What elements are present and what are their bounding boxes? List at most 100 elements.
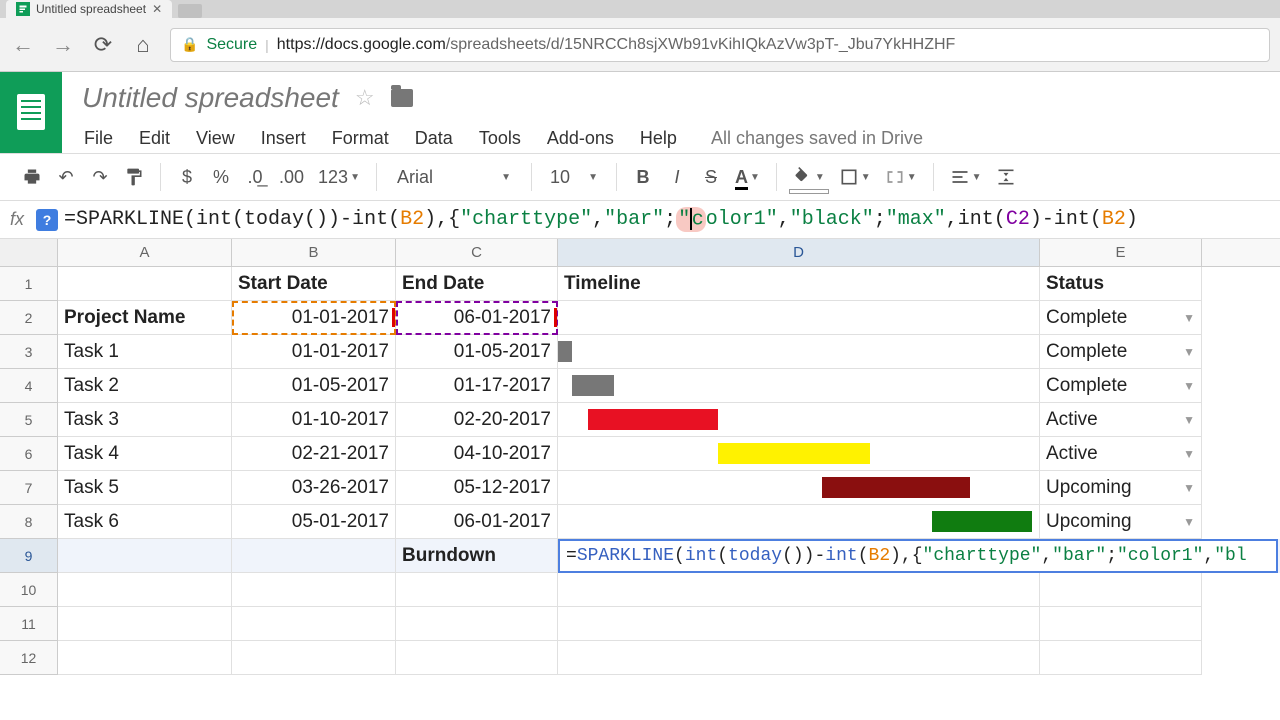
- home-button[interactable]: ⌂: [130, 32, 156, 58]
- text-color-button[interactable]: A▼: [731, 162, 764, 192]
- cell-E12[interactable]: [1040, 641, 1202, 675]
- menu-addons[interactable]: Add-ons: [545, 124, 616, 153]
- cell-A9[interactable]: [58, 539, 232, 573]
- cell-E3[interactable]: Complete▼: [1040, 335, 1202, 369]
- cell-C4[interactable]: 01-17-2017: [396, 369, 558, 403]
- cell-C9[interactable]: Burndown: [396, 539, 558, 573]
- row-header-12[interactable]: 12: [0, 641, 58, 675]
- dropdown-arrow-icon[interactable]: ▼: [1183, 379, 1195, 393]
- cell-A7[interactable]: Task 5: [58, 471, 232, 505]
- cell-B6[interactable]: 02-21-2017: [232, 437, 396, 471]
- cell-B11[interactable]: [232, 607, 396, 641]
- back-button[interactable]: ←: [10, 32, 36, 58]
- row-header-8[interactable]: 8: [0, 505, 58, 539]
- currency-button[interactable]: $: [173, 162, 201, 192]
- menu-file[interactable]: File: [82, 124, 115, 153]
- cell-E2[interactable]: Complete▼: [1040, 301, 1202, 335]
- browser-tab[interactable]: Untitled spreadsheet ✕: [6, 0, 172, 18]
- star-icon[interactable]: ☆: [355, 85, 375, 111]
- row-header-2[interactable]: 2: [0, 301, 58, 335]
- cell-D11[interactable]: [558, 607, 1040, 641]
- row-header-9[interactable]: 9: [0, 539, 58, 573]
- print-button[interactable]: [18, 162, 46, 192]
- cell-E5[interactable]: Active▼: [1040, 403, 1202, 437]
- undo-button[interactable]: ↶: [52, 162, 80, 192]
- decrease-decimal-button[interactable]: .0̲: [241, 162, 269, 192]
- menu-edit[interactable]: Edit: [137, 124, 172, 153]
- cell-D6[interactable]: [558, 437, 1040, 471]
- col-header-C[interactable]: C: [396, 239, 558, 266]
- cell-B3[interactable]: 01-01-2017: [232, 335, 396, 369]
- cell-C7[interactable]: 05-12-2017: [396, 471, 558, 505]
- document-title[interactable]: Untitled spreadsheet: [82, 82, 339, 114]
- paint-format-button[interactable]: [120, 162, 148, 192]
- row-header-6[interactable]: 6: [0, 437, 58, 471]
- cell-C10[interactable]: [396, 573, 558, 607]
- cell-C2[interactable]: 06-01-2017: [396, 301, 558, 335]
- cell-C5[interactable]: 02-20-2017: [396, 403, 558, 437]
- fill-color-button[interactable]: ▼: [789, 162, 829, 192]
- merge-button[interactable]: ▼: [881, 162, 921, 192]
- new-tab-button[interactable]: [178, 4, 202, 18]
- cell-A3[interactable]: Task 1: [58, 335, 232, 369]
- formula-help-icon[interactable]: ?: [36, 209, 58, 231]
- cell-D4[interactable]: [558, 369, 1040, 403]
- cell-D12[interactable]: [558, 641, 1040, 675]
- menu-data[interactable]: Data: [413, 124, 455, 153]
- menu-help[interactable]: Help: [638, 124, 679, 153]
- cell-B9[interactable]: [232, 539, 396, 573]
- row-header-7[interactable]: 7: [0, 471, 58, 505]
- font-size-select[interactable]: 10▼: [544, 162, 604, 192]
- cell-A4[interactable]: Task 2: [58, 369, 232, 403]
- menu-view[interactable]: View: [194, 124, 237, 153]
- cell-A10[interactable]: [58, 573, 232, 607]
- bold-button[interactable]: B: [629, 162, 657, 192]
- dropdown-arrow-icon[interactable]: ▼: [1183, 447, 1195, 461]
- dropdown-arrow-icon[interactable]: ▼: [1183, 311, 1195, 325]
- row-header-4[interactable]: 4: [0, 369, 58, 403]
- cell-D5[interactable]: [558, 403, 1040, 437]
- cell-E8[interactable]: Upcoming▼: [1040, 505, 1202, 539]
- cell-E6[interactable]: Active▼: [1040, 437, 1202, 471]
- percent-button[interactable]: %: [207, 162, 235, 192]
- sheets-logo[interactable]: [0, 72, 62, 153]
- cell-D7[interactable]: [558, 471, 1040, 505]
- cell-A8[interactable]: Task 6: [58, 505, 232, 539]
- row-header-10[interactable]: 10: [0, 573, 58, 607]
- dropdown-arrow-icon[interactable]: ▼: [1183, 515, 1195, 529]
- cell-A6[interactable]: Task 4: [58, 437, 232, 471]
- font-select[interactable]: Arial▼: [389, 162, 519, 192]
- row-header-3[interactable]: 3: [0, 335, 58, 369]
- cell-E10[interactable]: [1040, 573, 1202, 607]
- cell-A11[interactable]: [58, 607, 232, 641]
- cell-A2[interactable]: Project Name: [58, 301, 232, 335]
- cell-B4[interactable]: 01-05-2017: [232, 369, 396, 403]
- row-header-5[interactable]: 5: [0, 403, 58, 437]
- cell-E7[interactable]: Upcoming▼: [1040, 471, 1202, 505]
- formula-bar[interactable]: fx ? =SPARKLINE(int(today())-int(B2),{"c…: [0, 201, 1280, 239]
- reload-button[interactable]: ⟳: [90, 32, 116, 58]
- cell-E11[interactable]: [1040, 607, 1202, 641]
- cell-B12[interactable]: [232, 641, 396, 675]
- cell-B2[interactable]: 01-01-2017: [232, 301, 396, 335]
- number-format-button[interactable]: 123▼: [314, 162, 364, 192]
- address-bar[interactable]: 🔒 Secure | https://docs.google.com/sprea…: [170, 28, 1270, 62]
- tab-close-icon[interactable]: ✕: [152, 2, 162, 16]
- italic-button[interactable]: I: [663, 162, 691, 192]
- cell-B7[interactable]: 03-26-2017: [232, 471, 396, 505]
- cell-E4[interactable]: Complete▼: [1040, 369, 1202, 403]
- cell-B5[interactable]: 01-10-2017: [232, 403, 396, 437]
- borders-button[interactable]: ▼: [835, 162, 875, 192]
- col-header-B[interactable]: B: [232, 239, 396, 266]
- cell-E1[interactable]: Status: [1040, 267, 1202, 301]
- cell-C8[interactable]: 06-01-2017: [396, 505, 558, 539]
- menu-tools[interactable]: Tools: [477, 124, 523, 153]
- cell-D3[interactable]: [558, 335, 1040, 369]
- cell-D9-editing[interactable]: =SPARKLINE(int(today())-int(B2),{"chartt…: [558, 539, 1278, 573]
- cell-B10[interactable]: [232, 573, 396, 607]
- col-header-D[interactable]: D: [558, 239, 1040, 266]
- row-header-1[interactable]: 1: [0, 267, 58, 301]
- folder-icon[interactable]: [391, 89, 413, 107]
- dropdown-arrow-icon[interactable]: ▼: [1183, 345, 1195, 359]
- col-header-E[interactable]: E: [1040, 239, 1202, 266]
